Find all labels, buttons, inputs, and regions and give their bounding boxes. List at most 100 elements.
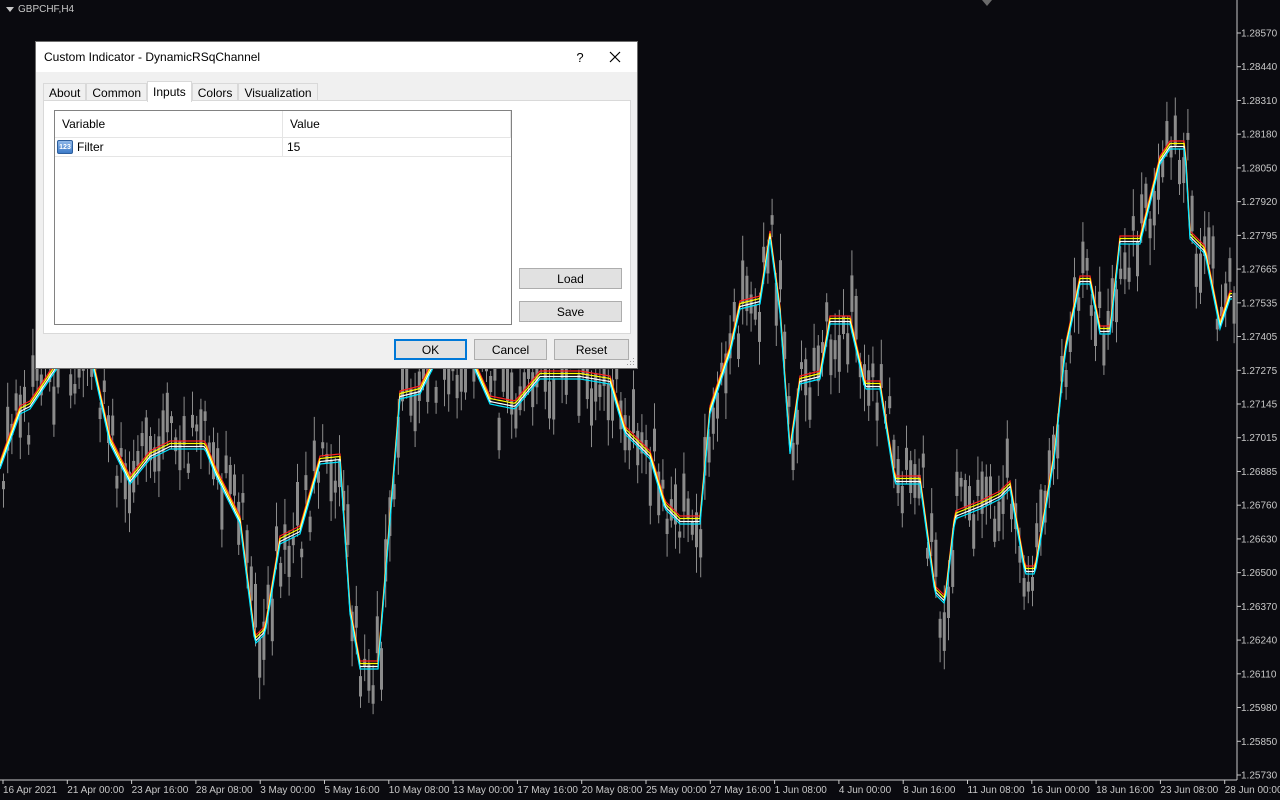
price-label: 1.28440 — [1241, 62, 1278, 73]
candle-body — [346, 504, 350, 545]
candle-body — [1190, 195, 1194, 232]
time-label: 17 May 16:00 — [517, 785, 578, 796]
candle-body — [1199, 253, 1202, 293]
number-icon: 123 — [57, 140, 73, 154]
candle-body — [1085, 257, 1089, 271]
candle-body — [258, 638, 262, 678]
custom-indicator-dialog: Custom Indicator - DynamicRSqChannel ? A… — [35, 41, 638, 369]
candle-body — [699, 529, 703, 558]
candle-body — [548, 381, 551, 419]
save-button[interactable]: Save — [519, 301, 622, 322]
variable-cell[interactable]: 123 Filter — [55, 138, 283, 156]
candle-body — [1026, 581, 1030, 592]
candle-body — [363, 658, 367, 667]
candle-body — [1131, 216, 1135, 231]
candle-body — [871, 363, 875, 378]
candle-body — [1031, 577, 1034, 591]
tab-visualization[interactable]: Visualization — [238, 83, 318, 101]
candle-body — [287, 545, 291, 577]
dialog-title: Custom Indicator - DynamicRSqChannel — [44, 50, 261, 64]
time-label: 8 Jun 16:00 — [903, 785, 956, 796]
candle-body — [1169, 146, 1173, 158]
candle-body — [270, 598, 274, 642]
candle-body — [615, 367, 619, 380]
tab-inputs-label: Inputs — [153, 85, 186, 99]
candle-body — [829, 339, 833, 376]
candle-body — [409, 388, 413, 416]
candle-body — [220, 486, 224, 530]
candle-body — [111, 415, 115, 436]
candle-body — [959, 477, 963, 487]
ok-label: OK — [421, 342, 440, 357]
load-button[interactable]: Load — [519, 268, 622, 289]
column-header-value[interactable]: Value — [283, 111, 511, 137]
candle-body — [661, 479, 665, 489]
candle-body — [354, 605, 358, 628]
time-label: 11 Jun 08:00 — [968, 785, 1026, 796]
price-label: 1.27535 — [1241, 298, 1278, 309]
tab-about[interactable]: About — [43, 83, 87, 101]
candle-body — [144, 417, 148, 460]
candle-body — [900, 486, 904, 514]
candle-body — [854, 295, 858, 340]
number-icon-text: 123 — [59, 143, 71, 151]
candle-body — [968, 486, 971, 521]
candle-body — [598, 384, 602, 397]
candle-body — [497, 417, 501, 451]
ok-button[interactable]: OK — [394, 339, 467, 360]
candle-body — [136, 450, 140, 466]
reset-button[interactable]: Reset — [554, 339, 629, 360]
symbol-label[interactable]: GBPCHF,H4 — [6, 4, 74, 15]
price-label: 1.27665 — [1241, 265, 1278, 276]
resize-grip-icon[interactable] — [627, 358, 635, 366]
candle-body — [367, 664, 371, 691]
candle-body — [812, 347, 816, 371]
dropdown-triangle-icon[interactable] — [6, 7, 14, 12]
column-header-variable[interactable]: Variable — [55, 111, 283, 137]
time-label: 28 Jun 00:00 — [1225, 785, 1280, 796]
candle-body — [909, 460, 913, 493]
close-button[interactable] — [593, 42, 637, 72]
table-row[interactable]: 123 Filter 15 — [55, 138, 511, 157]
inputs-grid[interactable]: Variable Value 123 Filter 15 — [54, 110, 512, 325]
candle-body — [233, 474, 236, 496]
candle-body — [1119, 268, 1123, 279]
candle-body — [695, 512, 698, 548]
candle-body — [938, 618, 942, 638]
candle-body — [753, 304, 757, 320]
tab-inputs[interactable]: Inputs — [147, 81, 192, 102]
variable-name: Filter — [77, 140, 104, 154]
candle-body — [191, 414, 194, 428]
tab-visualization-label: Visualization — [244, 85, 312, 100]
candle-body — [837, 335, 841, 372]
price-label: 1.27795 — [1241, 231, 1278, 242]
tab-common[interactable]: Common — [86, 83, 148, 101]
candle-body — [1035, 523, 1039, 548]
candle-body — [1102, 334, 1106, 366]
candle-body — [648, 462, 652, 506]
candle-body — [888, 396, 892, 409]
candle-body — [1123, 252, 1127, 280]
candle-body — [203, 411, 207, 421]
price-label: 1.26240 — [1241, 636, 1278, 647]
candle-body — [779, 260, 782, 290]
candle-body — [1064, 369, 1068, 387]
price-label: 1.25850 — [1241, 737, 1278, 748]
candle-body — [741, 260, 745, 305]
value-cell[interactable]: 15 — [283, 138, 511, 156]
tab-colors[interactable]: Colors — [191, 83, 239, 101]
price-label: 1.26760 — [1241, 501, 1278, 512]
dialog-titlebar[interactable]: Custom Indicator - DynamicRSqChannel ? — [36, 42, 637, 72]
candle-body — [930, 513, 934, 542]
candle-body — [2, 481, 5, 490]
price-label: 1.27145 — [1241, 400, 1278, 411]
price-label: 1.28310 — [1241, 96, 1278, 107]
candle-body — [69, 374, 73, 396]
chart-shift-marker-icon[interactable] — [982, 0, 992, 6]
candle-body — [279, 562, 283, 587]
candle-body — [329, 459, 333, 502]
cancel-button[interactable]: Cancel — [474, 339, 547, 360]
candle-body — [653, 428, 656, 452]
candle-body — [52, 386, 56, 425]
candle-body — [795, 409, 799, 445]
